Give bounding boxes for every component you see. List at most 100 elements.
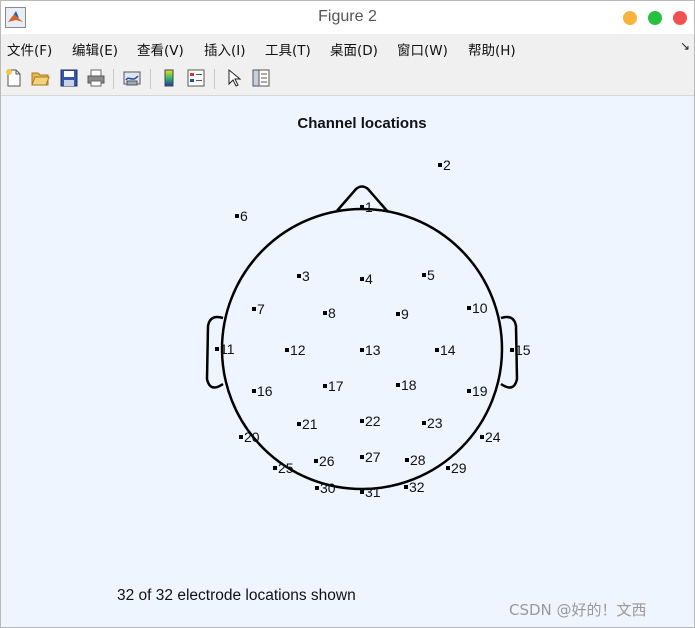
electrode-marker (273, 466, 277, 470)
menu-window[interactable]: 窗口(W) (397, 39, 448, 59)
electrode-marker (315, 486, 319, 490)
menu-tools[interactable]: 工具(T) (265, 39, 311, 59)
electrode-label: 8 (328, 305, 336, 321)
electrode-label: 15 (515, 342, 531, 358)
watermark: CSDN @好的！文西 (509, 601, 647, 619)
title-bar[interactable]: Figure 2 (1, 1, 694, 34)
electrode-marker (360, 419, 364, 423)
property-panel-icon[interactable] (251, 68, 271, 88)
electrode-marker (510, 348, 514, 352)
figure-window: Figure 2 文件(F) 编辑(E) 查看(V) 插入(I) 工具(T) 桌… (0, 0, 695, 628)
menu-help[interactable]: 帮助(H) (468, 39, 516, 59)
electrode-label: 1 (365, 199, 373, 215)
electrode-label: 9 (401, 306, 409, 322)
electrode-marker (314, 459, 318, 463)
menu-view[interactable]: 查看(V) (137, 39, 184, 59)
electrode-label: 13 (365, 342, 381, 358)
electrode-marker (323, 311, 327, 315)
electrode-label: 23 (427, 415, 443, 431)
electrode: 6 (235, 208, 248, 224)
electrode: 18 (396, 377, 417, 393)
electrode: 8 (323, 305, 336, 321)
electrode-marker (422, 421, 426, 425)
electrode-label: 28 (410, 452, 426, 468)
electrode: 27 (360, 449, 381, 465)
electrode-label: 16 (257, 383, 273, 399)
electrode-label: 21 (302, 416, 318, 432)
electrode-marker (446, 466, 450, 470)
electrode-label: 17 (328, 378, 344, 394)
electrode-marker (480, 435, 484, 439)
electrode-label: 31 (365, 484, 381, 500)
electrode: 4 (360, 271, 373, 287)
electrode-label: 25 (278, 460, 294, 476)
close-button[interactable] (673, 11, 687, 25)
electrode-marker (360, 205, 364, 209)
electrode-label: 14 (440, 342, 456, 358)
toolbar-separator (113, 69, 114, 89)
electrode: 10 (467, 300, 488, 316)
toolbar-separator (214, 69, 215, 89)
pointer-arrow-icon[interactable] (223, 68, 243, 88)
electrode-label: 20 (244, 429, 260, 445)
legend-icon[interactable] (186, 68, 206, 88)
folder-open-icon[interactable] (30, 68, 50, 88)
electrode-label: 6 (240, 208, 248, 224)
electrode-marker (239, 435, 243, 439)
electrode-label: 10 (472, 300, 488, 316)
electrode: 13 (360, 342, 381, 358)
menu-file[interactable]: 文件(F) (7, 39, 52, 59)
electrode-label: 2 (443, 157, 451, 173)
electrode-label: 11 (220, 341, 235, 357)
electrode-label: 29 (451, 460, 467, 476)
minimize-button[interactable] (623, 11, 637, 25)
electrode-label: 19 (472, 383, 488, 399)
electrode: 29 (446, 460, 467, 476)
new-file-icon[interactable] (4, 68, 24, 88)
electrode-marker (396, 312, 400, 316)
electrode-marker (467, 306, 471, 310)
electrode: 1 (360, 199, 373, 215)
electrode-marker (435, 348, 439, 352)
head-map: 123 4 567 8 9 1011 12 13 14 1516 17 18 192021 22 23242… (205, 157, 531, 500)
electrode-marker (360, 490, 364, 494)
electrode-marker (396, 383, 400, 387)
electrode-label: 4 (365, 271, 373, 287)
menu-bar: 文件(F) 编辑(E) 查看(V) 插入(I) 工具(T) 桌面(D) 窗口(W… (1, 34, 694, 61)
electrode: 17 (323, 378, 344, 394)
electrode-marker (252, 389, 256, 393)
electrode-marker (467, 389, 471, 393)
electrode-marker (297, 274, 301, 278)
electrode: 19 (467, 383, 488, 399)
window-title: Figure 2 (318, 8, 377, 25)
electrode-label: 12 (290, 342, 306, 358)
dock-arrow-icon[interactable]: ↘ (680, 39, 690, 53)
electrode: 24 (480, 429, 501, 445)
colorbar-icon[interactable] (159, 68, 179, 88)
save-icon[interactable] (59, 68, 79, 88)
electrode-marker (360, 277, 364, 281)
menu-edit[interactable]: 编辑(E) (72, 39, 118, 59)
electrode: 26 (314, 453, 335, 469)
toolbar-separator (150, 69, 151, 89)
electrode: 5 (422, 267, 435, 283)
electrode-marker (285, 348, 289, 352)
maximize-button[interactable] (648, 11, 662, 25)
electrode: 9 (396, 306, 409, 322)
electrode-marker (404, 485, 408, 489)
electrode-marker (323, 384, 327, 388)
electrode: 22 (360, 413, 381, 429)
figure-canvas[interactable]: Channel locations 1 2 3 4 5 6 7 8 9 10 11 12 13 14 15 1… (1, 96, 694, 627)
printer-icon[interactable] (86, 68, 106, 88)
electrode-label: 30 (320, 480, 336, 496)
electrode: 16 (252, 383, 273, 399)
menu-insert[interactable]: 插入(I) (204, 39, 246, 59)
electrode: 12 (285, 342, 306, 358)
electrode: 11 (215, 341, 235, 357)
link-plot-icon[interactable] (122, 68, 142, 88)
electrode-marker (215, 347, 219, 351)
menu-desktop[interactable]: 桌面(D) (330, 39, 378, 59)
electrode-label: 24 (485, 429, 501, 445)
electrode: 31 (360, 484, 381, 500)
electrode-count-status: 32 of 32 electrode locations shown (117, 587, 356, 604)
